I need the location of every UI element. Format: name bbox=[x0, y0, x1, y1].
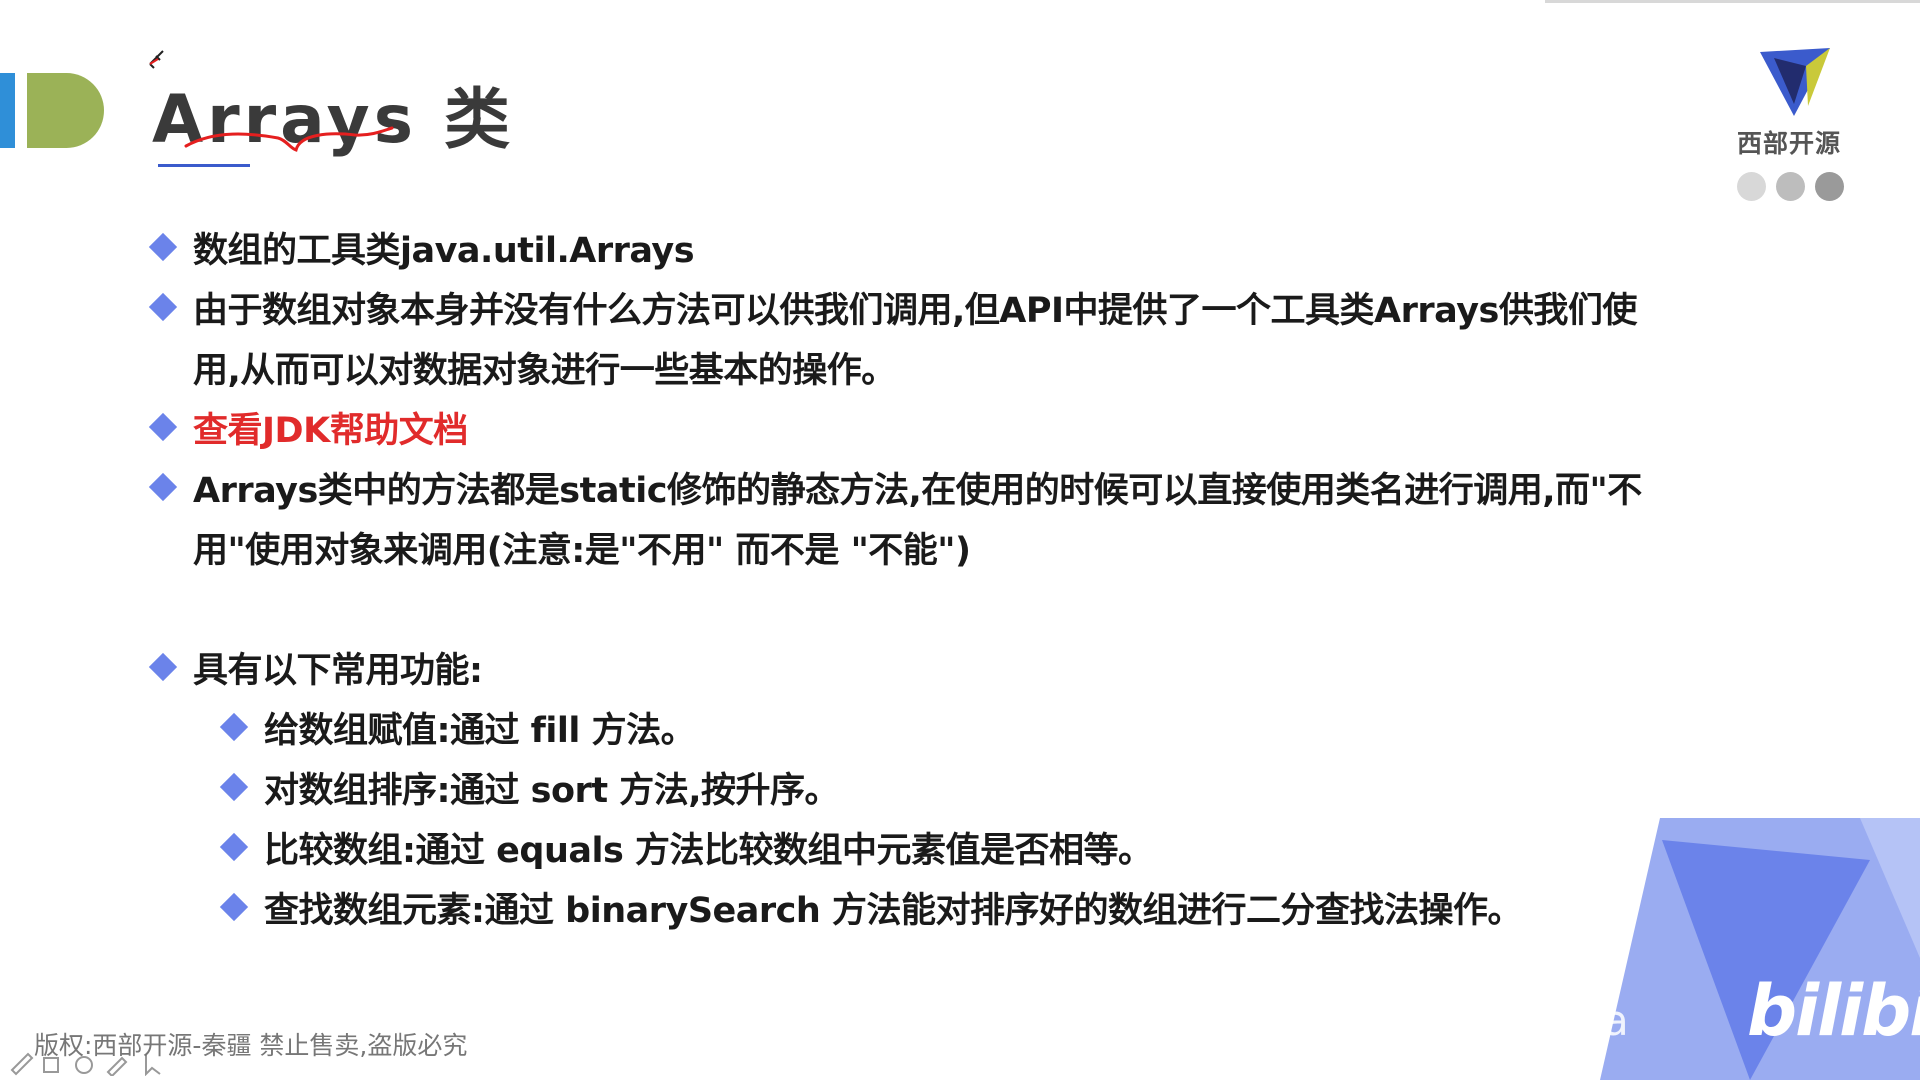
bullet-item: 数组的工具类java.util.Arrays bbox=[148, 221, 695, 281]
title-marker-halfcircle bbox=[27, 73, 104, 148]
bullet-text-block: Arrays类中的方法都是static修饰的静态方法,在使用的时候可以直接使用类… bbox=[193, 461, 1642, 581]
diamond-bullet-icon bbox=[219, 832, 249, 862]
title-underline bbox=[158, 164, 250, 167]
sub-bullet-item: 对数组排序:通过 sort 方法,按升序。 bbox=[219, 761, 840, 821]
bullet-text: 具有以下常用功能: bbox=[193, 651, 483, 691]
diamond-bullet-icon bbox=[219, 892, 249, 922]
bullet-item: 由于数组对象本身并没有什么方法可以供我们调用,但API中提供了一个工具类Arra… bbox=[148, 281, 1637, 401]
slide-dots bbox=[1737, 172, 1844, 201]
diamond-bullet-icon bbox=[148, 472, 178, 502]
logo-text: 西部开源 bbox=[1737, 129, 1842, 158]
sub-bullet-item: 查找数组元素:通过 binarySearch 方法能对排序好的数组进行二分查找法… bbox=[219, 881, 1523, 941]
bullet-text: 用,从而可以对数据对象进行一些基本的操作。 bbox=[193, 351, 896, 391]
sub-bullet-text: 对数组排序:通过 sort 方法,按升序。 bbox=[264, 771, 840, 811]
bullet-text: Arrays类中的方法都是static修饰的静态方法,在使用的时候可以直接使用类… bbox=[193, 471, 1642, 511]
diamond-bullet-icon bbox=[219, 712, 249, 742]
bullet-text: 用"使用对象来调用(注意:是"不用" 而不是 "不能") bbox=[193, 531, 971, 571]
bullet-item: 查看JDK帮助文档 bbox=[148, 401, 468, 461]
diamond-bullet-icon bbox=[148, 292, 178, 322]
watermark-text: Java bbox=[1540, 996, 1629, 1045]
slide-title: Arrays 类 bbox=[152, 81, 514, 158]
title-marker-bar bbox=[0, 73, 15, 148]
bullet-text-link: 查看JDK帮助文档 bbox=[193, 411, 468, 451]
sub-bullet-item: 给数组赋值:通过 fill 方法。 bbox=[219, 701, 696, 761]
sub-bullet-text: 比较数组:通过 equals 方法比较数组中元素值是否相等。 bbox=[264, 831, 1153, 871]
bullet-item: 具有以下常用功能: bbox=[148, 641, 483, 701]
diamond-bullet-icon bbox=[148, 412, 178, 442]
dot-3 bbox=[1815, 172, 1844, 201]
top-border-line bbox=[1545, 0, 1920, 3]
bullet-item: Arrays类中的方法都是static修饰的静态方法,在使用的时候可以直接使用类… bbox=[148, 461, 1642, 581]
bullet-text-block: 由于数组对象本身并没有什么方法可以供我们调用,但API中提供了一个工具类Arra… bbox=[193, 281, 1637, 401]
copyright-footer: 版权:西部开源-秦疆 禁止售卖,盗版必究 bbox=[34, 1031, 468, 1060]
dot-1 bbox=[1737, 172, 1766, 201]
sub-bullet-text: 给数组赋值:通过 fill 方法。 bbox=[264, 711, 696, 751]
bullet-text: 数组的工具类java.util.Arrays bbox=[193, 231, 695, 271]
diamond-bullet-icon bbox=[148, 652, 178, 682]
sub-bullet-text: 查找数组元素:通过 binarySearch 方法能对排序好的数组进行二分查找法… bbox=[264, 891, 1523, 931]
xibu-logo-icon bbox=[1760, 48, 1830, 116]
bullet-text: 由于数组对象本身并没有什么方法可以供我们调用,但API中提供了一个工具类Arra… bbox=[193, 291, 1637, 331]
bilibili-logo: bilibili bbox=[1747, 970, 1920, 1052]
diamond-bullet-icon bbox=[219, 772, 249, 802]
dot-2 bbox=[1776, 172, 1805, 201]
diamond-bullet-icon bbox=[148, 232, 178, 262]
sub-bullet-item: 比较数组:通过 equals 方法比较数组中元素值是否相等。 bbox=[219, 821, 1153, 881]
